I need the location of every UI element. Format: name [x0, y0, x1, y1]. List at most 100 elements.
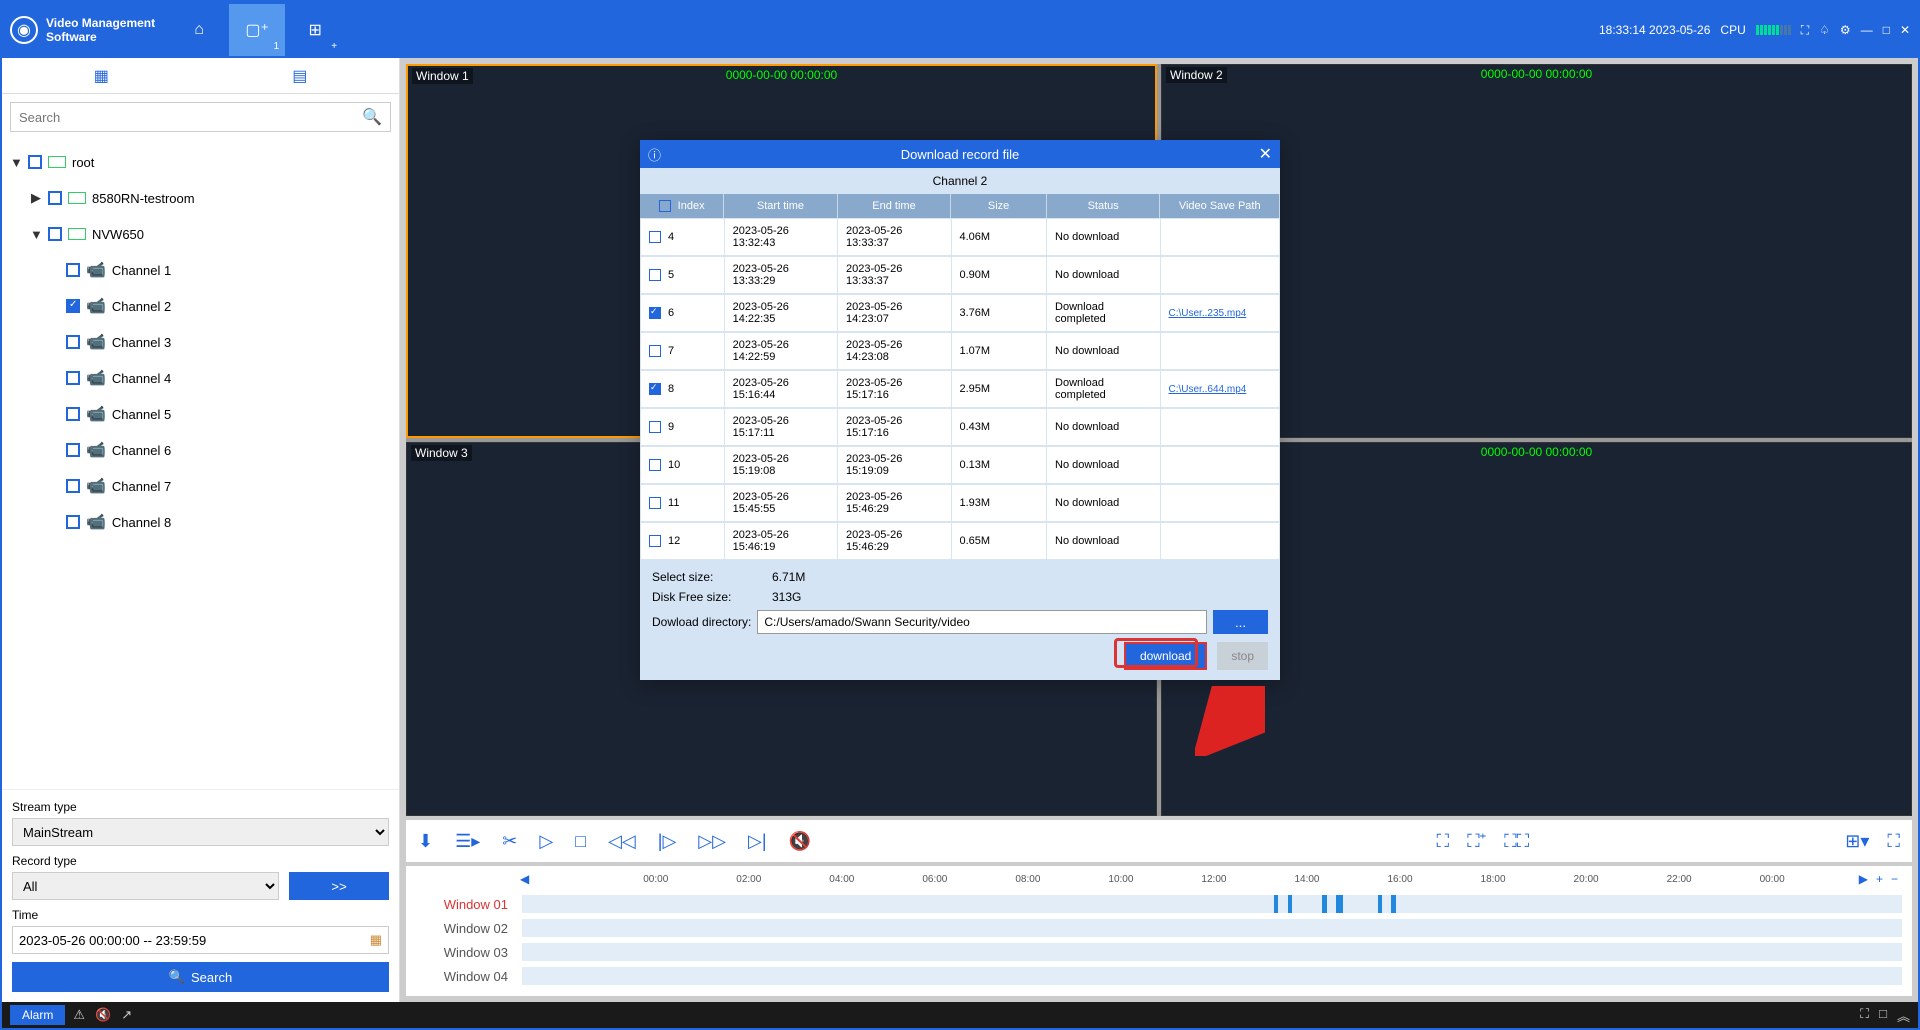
timeline-row-1[interactable]: Window 01: [416, 892, 1902, 916]
status-alert-icon[interactable]: ⚠: [73, 1007, 85, 1023]
tree-device-1[interactable]: ▼NVW650: [10, 216, 391, 252]
status-popup-icon[interactable]: ↗: [121, 1007, 132, 1023]
multi-icon[interactable]: ⛶⛶: [1504, 831, 1529, 852]
screen-icon[interactable]: ⛶: [1801, 23, 1809, 38]
zoom-icon[interactable]: ⛶⁺: [1467, 831, 1486, 852]
tab-grid[interactable]: ⊞+: [287, 4, 343, 56]
row-checkbox[interactable]: [649, 421, 661, 433]
record-type-select[interactable]: All: [12, 872, 279, 900]
timeline-track[interactable]: [522, 967, 1902, 985]
tree-channel-8[interactable]: 📹 Channel 8: [10, 504, 391, 540]
tree-channel-7[interactable]: 📹 Channel 7: [10, 468, 391, 504]
tree-root[interactable]: ▼root: [10, 144, 391, 180]
timeline-next[interactable]: ▶: [1855, 872, 1872, 886]
tree-channel-4[interactable]: 📹 Channel 4: [10, 360, 391, 396]
status-collapse-icon[interactable]: ︽: [1897, 1006, 1910, 1025]
download-row[interactable]: 11 2023-05-2615:45:55 2023-05-2615:46:29…: [640, 484, 1280, 522]
download-row[interactable]: 5 2023-05-2613:33:29 2023-05-2613:33:37 …: [640, 256, 1280, 294]
rewind-icon[interactable]: ◁◁: [608, 831, 636, 852]
channel-checkbox[interactable]: [66, 443, 80, 457]
row-checkbox[interactable]: [649, 307, 661, 319]
download-row[interactable]: 4 2023-05-2613:32:43 2023-05-2613:33:37 …: [640, 218, 1280, 256]
channel-checkbox[interactable]: [66, 299, 80, 313]
channel-checkbox[interactable]: [66, 515, 80, 529]
cut-icon[interactable]: ✂: [502, 831, 517, 852]
download-row[interactable]: 8 2023-05-2615:16:44 2023-05-2615:17:16 …: [640, 370, 1280, 408]
download-button[interactable]: download: [1124, 642, 1207, 670]
layout-icon[interactable]: ⊞▾: [1845, 831, 1869, 852]
browse-button[interactable]: ...: [1213, 610, 1268, 634]
status-expand-icon[interactable]: ⛶: [1860, 1006, 1869, 1025]
stop-button[interactable]: stop: [1217, 642, 1268, 670]
alarm-button[interactable]: Alarm: [10, 1005, 65, 1025]
fullscreen-icon[interactable]: ⛶: [1887, 831, 1900, 852]
directory-input[interactable]: [757, 610, 1207, 634]
select-all-checkbox[interactable]: [659, 200, 671, 212]
timeline-row-4[interactable]: Window 04: [416, 964, 1902, 988]
statusbar: Alarm ⚠ 🔇 ↗ ⛶ □ ︽: [2, 1002, 1918, 1028]
row-checkbox[interactable]: [649, 535, 661, 547]
timeline-row-3[interactable]: Window 03: [416, 940, 1902, 964]
row-checkbox[interactable]: [649, 231, 661, 243]
timeline-zoom-in[interactable]: +: [1872, 872, 1887, 886]
row-checkbox[interactable]: [649, 383, 661, 395]
tree-channel-3[interactable]: 📹 Channel 3: [10, 324, 391, 360]
status-mute-icon[interactable]: 🔇: [95, 1007, 111, 1023]
channel-checkbox[interactable]: [66, 479, 80, 493]
tab-home[interactable]: ⌂: [171, 4, 227, 56]
timeline-track[interactable]: [522, 919, 1902, 937]
search-button[interactable]: 🔍Search: [12, 962, 389, 992]
row-checkbox[interactable]: [649, 345, 661, 357]
tree-device-0[interactable]: ▶8580RN-testroom: [10, 180, 391, 216]
channel-checkbox[interactable]: [66, 263, 80, 277]
play-icon[interactable]: ▷: [539, 831, 553, 852]
timeline-track[interactable]: [522, 943, 1902, 961]
search-icon[interactable]: 🔍: [362, 107, 382, 127]
row-checkbox[interactable]: [649, 269, 661, 281]
dialog-close-icon[interactable]: ✕: [1259, 144, 1272, 164]
path-link[interactable]: C:\User..644.mp4: [1169, 384, 1247, 395]
channel-checkbox[interactable]: [66, 335, 80, 349]
calendar-icon[interactable]: ▦: [370, 932, 382, 948]
download-icon[interactable]: ⬇: [418, 831, 433, 852]
time-range-value[interactable]: 2023-05-26 00:00:00 -- 23:59:59: [19, 933, 206, 948]
snapshot-icon[interactable]: ⛶: [1437, 831, 1450, 852]
sidebar-tab-devices[interactable]: ▦: [2, 58, 201, 93]
step-back-icon[interactable]: |▷: [658, 831, 677, 852]
download-row[interactable]: 10 2023-05-2615:19:08 2023-05-2615:19:09…: [640, 446, 1280, 484]
download-row[interactable]: 12 2023-05-2615:46:19 2023-05-2615:46:29…: [640, 522, 1280, 560]
download-row[interactable]: 7 2023-05-2614:22:59 2023-05-2614:23:08 …: [640, 332, 1280, 370]
close-icon[interactable]: ✕: [1900, 23, 1910, 38]
row-checkbox[interactable]: [649, 497, 661, 509]
go-button[interactable]: >>: [289, 872, 389, 900]
user-icon[interactable]: ♤: [1819, 23, 1830, 38]
timeline-row-2[interactable]: Window 02: [416, 916, 1902, 940]
timeline-zoom-out[interactable]: −: [1887, 872, 1902, 886]
camera-icon: 📹: [86, 368, 106, 388]
download-row[interactable]: 9 2023-05-2615:17:11 2023-05-2615:17:16 …: [640, 408, 1280, 446]
sidebar-tab-files[interactable]: ▤: [201, 58, 400, 93]
path-link[interactable]: C:\User..235.mp4: [1169, 308, 1247, 319]
fast-forward-icon[interactable]: ▷▷: [698, 831, 726, 852]
list-icon[interactable]: ☰▸: [455, 831, 480, 852]
channel-checkbox[interactable]: [66, 371, 80, 385]
row-checkbox[interactable]: [649, 459, 661, 471]
maximize-icon[interactable]: □: [1883, 23, 1890, 38]
tree-channel-5[interactable]: 📹 Channel 5: [10, 396, 391, 432]
channel-checkbox[interactable]: [66, 407, 80, 421]
timeline-prev[interactable]: ◀: [516, 872, 533, 886]
search-input[interactable]: [19, 110, 362, 125]
tree-channel-6[interactable]: 📹 Channel 6: [10, 432, 391, 468]
stream-type-select[interactable]: MainStream: [12, 818, 389, 846]
tree-channel-1[interactable]: 📹 Channel 1: [10, 252, 391, 288]
status-window-icon[interactable]: □: [1879, 1006, 1887, 1025]
mute-icon[interactable]: 🔇: [789, 831, 811, 852]
download-row[interactable]: 6 2023-05-2614:22:35 2023-05-2614:23:07 …: [640, 294, 1280, 332]
tab-live[interactable]: ▢⁺1: [229, 4, 285, 56]
minimize-icon[interactable]: —: [1861, 23, 1873, 38]
stop-icon[interactable]: □: [575, 831, 586, 852]
tree-channel-2[interactable]: 📹 Channel 2: [10, 288, 391, 324]
timeline-track[interactable]: [522, 895, 1902, 913]
settings-icon[interactable]: ⚙: [1840, 23, 1851, 38]
skip-end-icon[interactable]: ▷|: [748, 831, 767, 852]
